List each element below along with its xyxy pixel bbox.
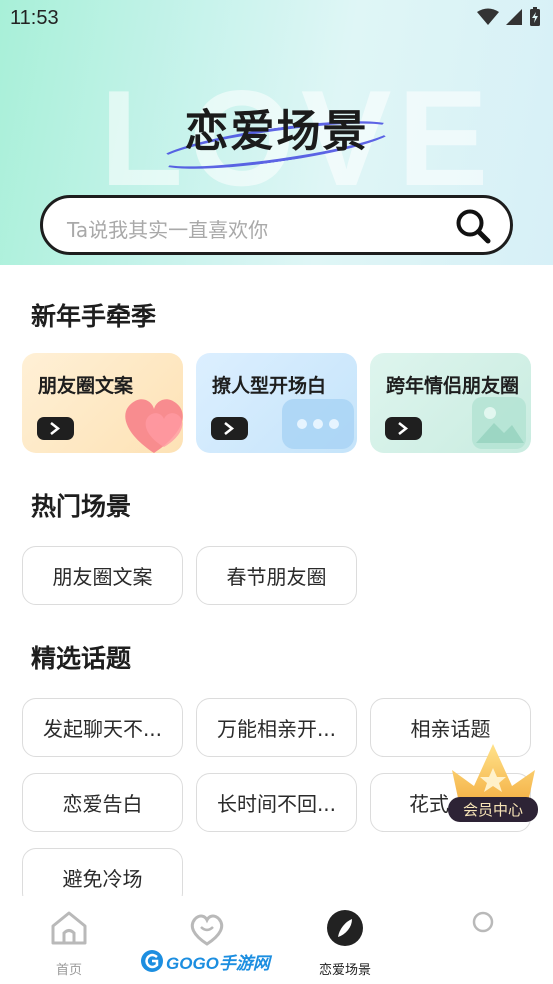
battery-charging-icon — [530, 7, 540, 26]
hero-banner: 11:53 LOVE 恋爱场景 Ta说我其实一直喜欢你 — [0, 0, 553, 265]
tab-label: 首页 — [55, 963, 82, 978]
watermark-text: GOGO手游网 — [166, 953, 270, 973]
section-title-new-year: 新年手牵季 — [31, 302, 157, 331]
play-button[interactable] — [37, 417, 74, 440]
page-title: 恋爱场景 — [184, 106, 369, 157]
play-button[interactable] — [211, 417, 248, 440]
chevron-right-icon — [50, 422, 61, 435]
logo-icon — [141, 950, 163, 972]
vip-center-button[interactable]: 会员中心 — [448, 797, 538, 822]
topic-chip[interactable]: 恋爱告白 — [22, 773, 183, 832]
scene-card-moments[interactable]: 朋友圈文案 — [22, 353, 183, 453]
status-time: 11:53 — [10, 7, 59, 29]
search-input[interactable]: Ta说我其实一直喜欢你 — [67, 214, 268, 243]
chat-bubble-icon — [282, 399, 354, 449]
compass-icon — [327, 910, 363, 946]
home-icon — [51, 911, 87, 945]
topic-chip[interactable]: 万能相亲开... — [196, 698, 357, 757]
signal-icon — [506, 9, 522, 25]
search-bar[interactable]: Ta说我其实一直喜欢你 — [40, 195, 513, 255]
tab-profile[interactable] — [414, 896, 552, 984]
card-label: 朋友圈文案 — [38, 375, 134, 397]
tab-home[interactable]: 首页 — [0, 896, 138, 984]
section-title-hot: 热门场景 — [31, 492, 132, 521]
play-button[interactable] — [385, 417, 422, 440]
card-label: 跨年情侣朋友圈 — [386, 375, 520, 397]
chevron-right-icon — [398, 422, 409, 435]
chevron-right-icon — [224, 422, 235, 435]
scene-card-opening-lines[interactable]: 撩人型开场白 — [196, 353, 357, 453]
topic-chip[interactable]: 长时间不回... — [196, 773, 357, 832]
heart-smile-icon — [190, 914, 224, 946]
bottom-tab-bar: 首页 恋爱场景 — [0, 896, 553, 984]
status-bar: 11:53 — [0, 0, 553, 38]
status-icons — [477, 7, 541, 27]
scene-card-new-year-couple[interactable]: 跨年情侣朋友圈 — [370, 353, 531, 453]
site-watermark-logo: GOGO手游网 — [140, 948, 270, 974]
hot-chip[interactable]: 朋友圈文案 — [22, 546, 183, 605]
circle-icon — [472, 911, 494, 933]
wifi-icon — [477, 8, 499, 25]
hot-chip[interactable]: 春节朋友圈 — [196, 546, 357, 605]
card-label: 撩人型开场白 — [212, 375, 327, 397]
tab-label: 恋爱场景 — [318, 963, 371, 978]
section-title-featured: 精选话题 — [31, 644, 132, 673]
image-icon — [472, 397, 526, 449]
search-icon[interactable] — [454, 207, 492, 245]
tab-love-scenes[interactable]: 恋爱场景 — [276, 896, 414, 984]
topic-chip[interactable]: 发起聊天不... — [22, 698, 183, 757]
